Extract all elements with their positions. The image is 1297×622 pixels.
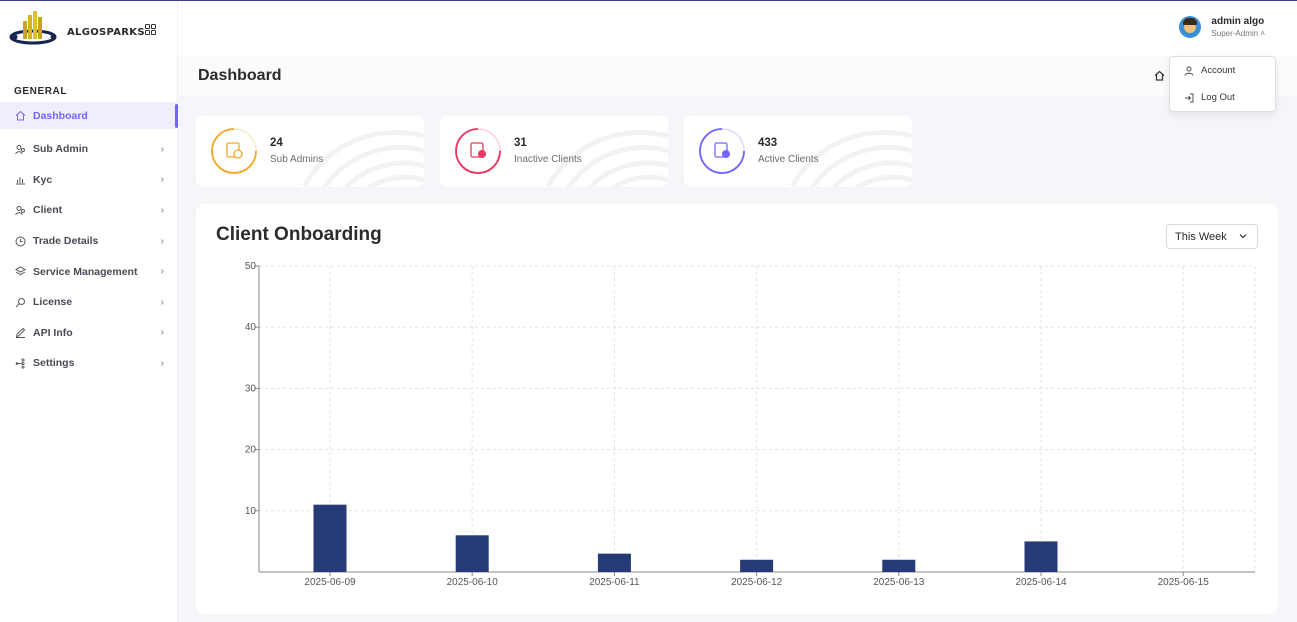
y-tick-label: 10 [245, 506, 257, 517]
date-range-value: This Week [1175, 230, 1227, 243]
page-title-bar: Dashboard [178, 56, 1297, 96]
breadcrumb-home-icon[interactable] [1154, 70, 1165, 81]
stat-label: Sub Admins [270, 154, 324, 165]
x-tick-label: 2025-06-10 [447, 577, 499, 588]
user-dropdown-menu: Account Log Out [1169, 56, 1276, 112]
account-label: Account [1201, 65, 1236, 76]
stat-card-inactive-clients[interactable]: 31 Inactive Clients [440, 116, 668, 187]
avatar [1179, 16, 1202, 38]
stat-label: Inactive Clients [514, 154, 582, 165]
sidebar-item-label: Settings [33, 357, 75, 370]
home-icon [15, 110, 26, 121]
page-title: Dashboard [198, 67, 282, 84]
chevron-right-icon: › [160, 327, 164, 339]
settings-icon [15, 358, 26, 369]
sidebar-item-label: Client [33, 204, 63, 217]
sidebar-item-label: API Info [33, 326, 73, 339]
sidebar-item-service-management[interactable]: Service Management › [0, 256, 178, 287]
sub-admins-icon [211, 128, 257, 174]
chart-bar [313, 504, 347, 572]
y-tick-label: 20 [245, 445, 257, 456]
sidebar-item-label: Dashboard [33, 109, 88, 122]
logout-label: Log Out [1201, 92, 1235, 103]
chart-bar [597, 553, 631, 572]
account-menu-item[interactable]: Account [1170, 57, 1275, 84]
x-tick-label: 2025-06-14 [1015, 577, 1067, 588]
x-tick-label: 2025-06-12 [731, 577, 783, 588]
stat-value: 31 [514, 137, 527, 149]
logout-icon [1185, 93, 1194, 102]
sidebar-item-dashboard[interactable]: Dashboard [0, 102, 178, 129]
wave-pattern-decoration [789, 130, 912, 187]
y-tick-label: 40 [245, 322, 257, 333]
sidebar-item-label: License [33, 296, 73, 309]
sidebar-item-label: Sub Admin [33, 143, 89, 156]
sidebar-section-title: GENERAL [14, 86, 68, 97]
chevron-right-icon: › [160, 143, 164, 155]
user-icon [1184, 66, 1194, 76]
chart-bar [882, 559, 916, 572]
x-tick-label: 2025-06-11 [589, 577, 640, 588]
chart-icon [15, 174, 26, 185]
sidebar-item-label: Trade Details [33, 235, 99, 248]
grid-menu-icon[interactable] [145, 24, 156, 35]
sidebar-item-client[interactable]: Client › [0, 195, 178, 226]
stat-label: Active Clients [758, 154, 819, 165]
stat-value: 24 [270, 137, 283, 149]
user-profile-toggle[interactable]: admin algo Super-Admin ˄ [1179, 16, 1265, 38]
chevron-right-icon: › [160, 174, 164, 186]
active-clients-icon [699, 128, 745, 174]
chevron-right-icon: › [160, 235, 164, 247]
pen-icon [15, 327, 26, 339]
chevron-right-icon: › [160, 266, 164, 278]
wave-pattern-decoration [545, 130, 668, 187]
stat-card-active-clients[interactable]: 433 Active Clients [684, 116, 912, 187]
date-range-select[interactable]: This Week [1166, 224, 1258, 249]
sidebar-item-trade-details[interactable]: Trade Details › [0, 226, 178, 257]
sidebar-item-label: Service Management [33, 265, 138, 278]
stat-card-sub-admins[interactable]: 24 Sub Admins [196, 116, 424, 187]
chevron-right-icon: › [160, 204, 164, 216]
client-onboarding-chart: 10 20 30 40 50 2025-06-09 2025-06-10 2025-06-11… [245, 261, 1256, 588]
users-icon [15, 144, 26, 155]
sidebar-nav: Dashboard Sub Admin › Kyc › Client › Tra… [0, 102, 178, 379]
users-icon [15, 205, 26, 216]
sidebar: ALGOSPARKS GENERAL Dashboard Sub Admin ›… [0, 1, 178, 622]
y-tick-label: 50 [245, 261, 257, 272]
user-name: admin algo [1211, 16, 1265, 27]
chart-bar [455, 535, 489, 572]
inactive-clients-icon [455, 128, 501, 174]
user-role: Super-Admin ˄ [1211, 29, 1265, 38]
chevron-right-icon: › [160, 357, 164, 369]
sidebar-item-settings[interactable]: Settings › [0, 348, 178, 379]
sidebar-item-sub-admin[interactable]: Sub Admin › [0, 134, 178, 165]
x-tick-label: 2025-06-15 [1158, 577, 1210, 588]
x-tick-label: 2025-06-09 [304, 577, 356, 588]
sidebar-item-kyc[interactable]: Kyc › [0, 165, 178, 196]
clock-icon [15, 236, 26, 247]
wave-pattern-decoration [301, 130, 424, 187]
x-tick-label: 2025-06-13 [873, 577, 925, 588]
key-icon [15, 297, 26, 308]
layers-icon [15, 266, 26, 277]
top-header: admin algo Super-Admin ˄ [178, 1, 1297, 56]
logout-menu-item[interactable]: Log Out [1170, 84, 1275, 111]
chevron-up-icon: ˄ [1260, 29, 1265, 38]
stat-value: 433 [758, 137, 778, 149]
client-onboarding-panel: 10 20 30 40 50 2025-06-09 2025-06-10 2025-06-11… [196, 204, 1278, 614]
sidebar-item-license[interactable]: License › [0, 287, 178, 318]
chevron-right-icon: › [160, 296, 164, 308]
chart-bar [1024, 541, 1058, 572]
sidebar-item-api-info[interactable]: API Info › [0, 318, 178, 349]
chevron-down-icon [1239, 234, 1247, 239]
sidebar-item-label: Kyc [33, 173, 53, 186]
brand-name: ALGOSPARKS [67, 27, 145, 38]
chart-title: Client Onboarding [216, 224, 382, 245]
y-tick-label: 30 [245, 383, 257, 394]
chart-bar [740, 559, 774, 572]
